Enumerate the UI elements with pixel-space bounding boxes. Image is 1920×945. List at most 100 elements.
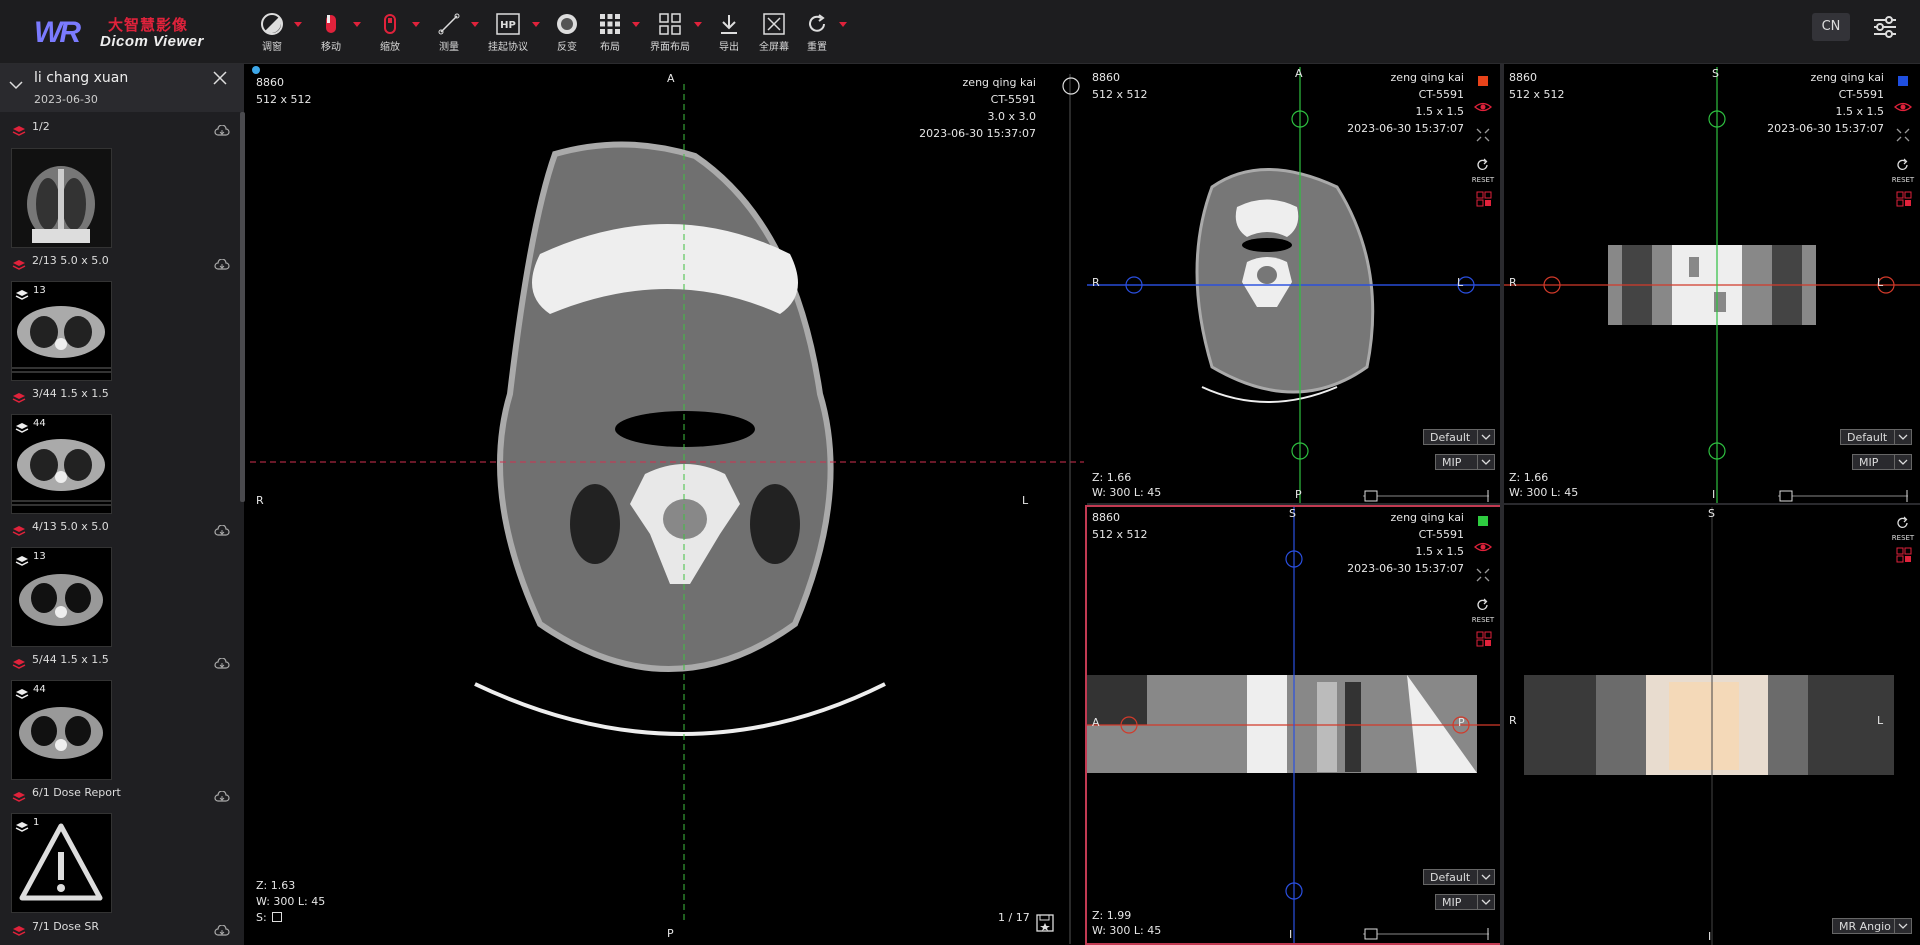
image-matrix: 512 x 512	[1509, 88, 1565, 101]
close-icon[interactable]	[212, 70, 228, 90]
eye-icon[interactable]	[1474, 99, 1492, 113]
collapse-icon[interactable]	[1476, 127, 1490, 142]
sync-checkbox[interactable]	[272, 912, 282, 922]
chevron-down-icon[interactable]	[532, 22, 540, 27]
eye-icon[interactable]	[1894, 99, 1912, 113]
orient-top: S	[1708, 507, 1715, 520]
preset-select[interactable]: Default	[1423, 869, 1495, 885]
collapse-icon[interactable]	[1896, 127, 1910, 142]
reset-label: RESET	[1471, 176, 1495, 184]
tool-reset[interactable]: 重置	[800, 10, 834, 56]
tool-measure[interactable]: 测量	[432, 10, 466, 56]
chevron-down-icon[interactable]	[632, 22, 640, 27]
layout-toggle-icon[interactable]	[1896, 191, 1912, 207]
layout-toggle-icon[interactable]	[1896, 547, 1912, 563]
layout-icon	[646, 10, 694, 38]
chevron-down-icon[interactable]	[694, 22, 702, 27]
render-mode-select[interactable]: MIP	[1435, 894, 1495, 910]
thickness-slider[interactable]	[1363, 487, 1489, 502]
tool-ui-layout[interactable]: 界面布局	[646, 10, 694, 56]
viewport-divider[interactable]	[1087, 503, 1920, 505]
tool-zoom[interactable]: 缩放	[373, 10, 407, 56]
thickness-slider[interactable]	[1778, 487, 1908, 502]
series-thumbnail[interactable]: 13	[11, 281, 112, 381]
reset-icon	[800, 10, 834, 38]
sagittal-viewport[interactable]: 8860 512 x 512 zeng qing kai CT-5591 1.5…	[1085, 505, 1502, 945]
series-thumbnail[interactable]: 1	[11, 813, 112, 913]
axial-viewport[interactable]: 8860 512 x 512 zeng qing kai CT-5591 1.5…	[1087, 67, 1500, 503]
tool-fullscreen[interactable]: 全屏幕	[755, 10, 793, 56]
chevron-down-icon[interactable]	[412, 22, 420, 27]
tool-pan[interactable]: 移动	[314, 10, 348, 56]
layers-icon	[12, 122, 26, 136]
view-color-marker	[1898, 76, 1908, 86]
tool-export[interactable]: 导出	[712, 10, 746, 56]
contrast-icon	[255, 10, 289, 38]
reset-view-button[interactable]: RESET	[1471, 597, 1495, 624]
preset-select[interactable]: Default	[1423, 429, 1495, 445]
volume-viewport[interactable]: S I R L RESET MR Angio	[1504, 507, 1920, 945]
preset-select[interactable]: Default	[1840, 429, 1912, 445]
coronal-viewport[interactable]: 8860 512 x 512 zeng qing kai CT-5591 1.5…	[1504, 67, 1920, 503]
volume-render-image	[1524, 507, 1894, 945]
main-viewport[interactable]: 8860 512 x 512 zeng qing kai CT-5591 3.0…	[250, 64, 1084, 945]
save-icon[interactable]	[1036, 914, 1054, 932]
cloud-download-icon[interactable]	[214, 522, 230, 536]
layout-toggle-icon[interactable]	[1476, 631, 1492, 647]
thickness-slider[interactable]	[1363, 925, 1489, 940]
series-thumbnail[interactable]: 44	[11, 414, 112, 514]
cloud-download-icon[interactable]	[214, 122, 230, 136]
chevron-down-icon[interactable]	[471, 22, 479, 27]
zoom-icon	[373, 10, 407, 38]
layers-icon	[12, 788, 26, 802]
orient-top: S	[1712, 67, 1719, 80]
cloud-download-icon[interactable]	[214, 922, 230, 936]
tool-window-level[interactable]: 调窗	[255, 10, 289, 56]
cloud-download-icon[interactable]	[214, 788, 230, 802]
series-thumbnail[interactable]: 13	[11, 547, 112, 647]
tool-label: 界面布局	[650, 42, 690, 53]
measure-icon	[432, 10, 466, 38]
orient-bottom: I	[1708, 930, 1712, 943]
image-matrix: 512 x 512	[1092, 528, 1148, 541]
series-label: 3/44 1.5 x 1.5	[32, 387, 109, 400]
tool-label: 导出	[719, 42, 739, 53]
preset-value: Default	[1430, 871, 1471, 884]
series-label: 4/13 5.0 x 5.0	[32, 520, 109, 533]
reset-view-button[interactable]: RESET	[1471, 157, 1495, 184]
toolbar: WR 大智慧影像 Dicom Viewer 调窗 移动 缩放 测量 HP 挂起协…	[0, 0, 1920, 64]
volume-preset-select[interactable]: MR Angio	[1832, 918, 1912, 934]
series-thumbnail[interactable]: 44	[11, 680, 112, 780]
settings-icon[interactable]	[1870, 12, 1900, 42]
tool-grid-layout[interactable]: 布局	[593, 10, 627, 56]
patient-header[interactable]: li chang xuan 2023-06-30	[0, 64, 244, 112]
collapse-icon[interactable]	[1476, 567, 1490, 582]
chest-ct-image	[12, 306, 111, 373]
eye-icon[interactable]	[1474, 539, 1492, 553]
cloud-download-icon[interactable]	[214, 655, 230, 669]
chevron-down-icon	[1477, 430, 1494, 444]
zoom-level: Z: 1.63	[256, 879, 296, 892]
chevron-down-icon[interactable]	[294, 22, 302, 27]
tool-invert[interactable]: 反变	[550, 10, 584, 56]
acquisition-time: 2023-06-30 15:37:07	[1347, 122, 1464, 135]
view-color-marker	[1478, 516, 1488, 526]
reset-view-button[interactable]: RESET	[1891, 515, 1915, 542]
cloud-download-icon[interactable]	[214, 256, 230, 270]
tool-hanging-protocol[interactable]: HP 挂起协议	[486, 10, 530, 56]
chevron-down-icon[interactable]	[839, 22, 847, 27]
series-sidebar: li chang xuan 2023-06-30 1/2 2 2/13 5.0 …	[0, 64, 245, 945]
pixel-spacing: 1.5 x 1.5	[1415, 545, 1465, 558]
render-mode-select[interactable]: MIP	[1852, 454, 1912, 470]
reset-icon	[1477, 598, 1488, 610]
pixel-spacing: 1.5 x 1.5	[1835, 105, 1885, 118]
chevron-down-icon	[1894, 455, 1911, 469]
sidebar-scrollbar[interactable]	[240, 112, 245, 502]
chevron-down-icon[interactable]	[353, 22, 361, 27]
chevron-down-icon[interactable]	[8, 77, 24, 97]
layout-toggle-icon[interactable]	[1476, 191, 1492, 207]
render-mode-select[interactable]: MIP	[1435, 454, 1495, 470]
reset-view-button[interactable]: RESET	[1891, 157, 1915, 184]
series-thumbnail[interactable]: 2	[11, 148, 112, 248]
language-button[interactable]: CN	[1812, 13, 1850, 41]
